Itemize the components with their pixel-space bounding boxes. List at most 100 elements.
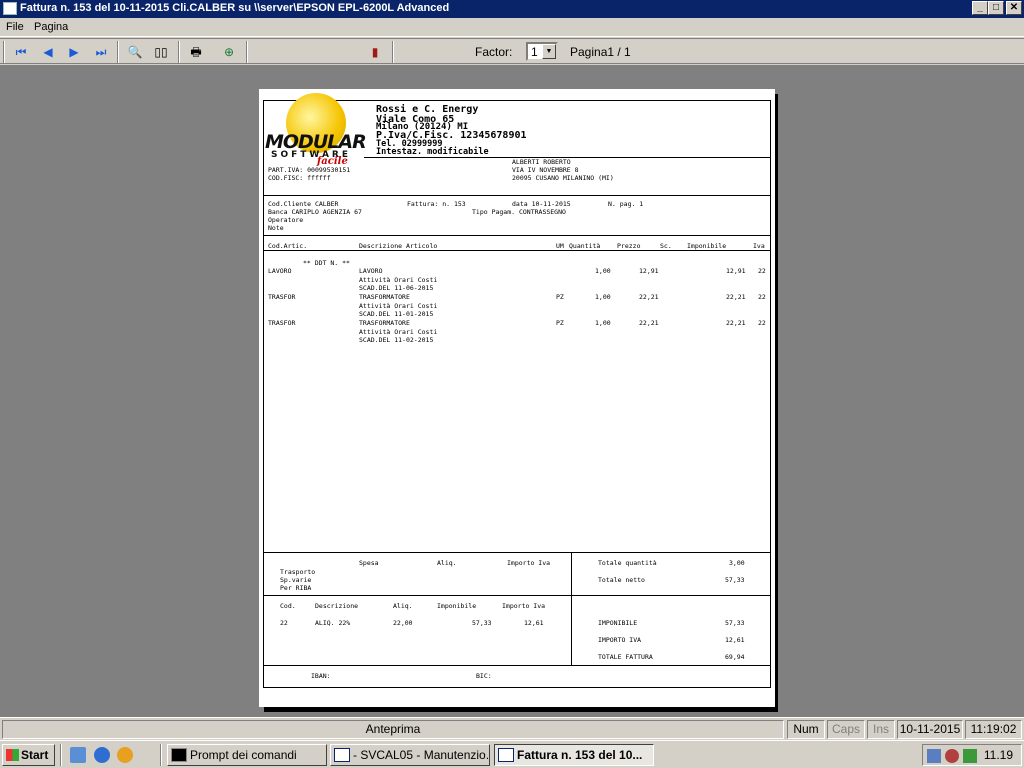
- update-icon[interactable]: [963, 749, 977, 763]
- media-player-icon[interactable]: [117, 747, 133, 763]
- toolbar: ⏮ ◀ ▶ ⏭ 🔍 ▯▯ 🖶 ⊕ ▮ Factor: 1 ▼ Pagina1 /…: [0, 38, 1024, 64]
- taskbar: Start Prompt dei comandi - SVCAL05 - Man…: [0, 740, 1024, 768]
- print-icon[interactable]: 🖶: [185, 42, 207, 62]
- row-prezzo: 12,91: [639, 267, 659, 275]
- footer-aliq-label: Aliq.: [437, 559, 457, 567]
- maximize-button[interactable]: □: [988, 1, 1004, 15]
- task-svcal05[interactable]: - SVCAL05 - Manutenzio...: [330, 744, 490, 766]
- col-descrizione: Descrizione Articolo: [359, 242, 438, 250]
- two-pages-icon[interactable]: ▯▯: [150, 42, 172, 62]
- info-fattura-number: Fattura: n. 153: [407, 200, 466, 208]
- factor-select[interactable]: 1 ▼: [526, 42, 558, 61]
- internet-explorer-icon[interactable]: [94, 747, 110, 763]
- company-logo: MODULAR SOFTWARE facile: [265, 93, 367, 169]
- row-qty: 1,00: [595, 293, 611, 301]
- taskbar-separator: [160, 744, 162, 766]
- divider: [571, 552, 572, 665]
- col-cod-artic: Cod.Artic.: [268, 242, 308, 250]
- system-tray: 11.19: [922, 744, 1022, 766]
- factor-label: Factor:: [475, 45, 513, 59]
- status-num: Num: [787, 720, 825, 739]
- toolbar-separator: [178, 41, 180, 63]
- totale-netto-value: 57,33: [725, 576, 745, 584]
- row-sub: Attività Orari Costi: [359, 276, 438, 284]
- info-data: data 10-11-2015: [512, 200, 571, 208]
- taskbar-clock[interactable]: 11.19: [984, 748, 1013, 762]
- divider: [263, 195, 771, 196]
- vat-col-importo: Importo Iva: [502, 602, 546, 610]
- exit-icon[interactable]: ▮: [364, 42, 386, 62]
- desktop-icon[interactable]: [70, 747, 86, 763]
- start-label: Start: [21, 748, 49, 762]
- task-fattura[interactable]: Fattura n. 153 del 10...: [494, 744, 654, 766]
- vat-col-descr: Descrizione: [315, 602, 359, 610]
- vat-col-cod: Cod.: [280, 602, 296, 610]
- row-scad: SCAD.DEL 11-06-2015: [359, 284, 434, 292]
- toolbar-grip: [3, 41, 5, 63]
- row-descr: TRASFORMATORE: [359, 319, 410, 327]
- toolbar-separator: [246, 41, 248, 63]
- row-imponibile: 12,91: [726, 267, 746, 275]
- window-icon: [498, 748, 514, 762]
- vat-row-cod: 22: [280, 619, 288, 627]
- row-imponibile: 22,21: [726, 319, 746, 327]
- status-time: 11:19:02: [965, 720, 1022, 739]
- status-bar: Anteprima Num Caps Ins 10-11-2015 11:19:…: [0, 717, 1024, 739]
- info-n-pag: N. pag. 1: [608, 200, 644, 208]
- customer-cod-fisc: COD.FISC: ffffff: [268, 174, 331, 182]
- minimize-button[interactable]: _: [972, 1, 988, 15]
- divider: [263, 250, 771, 251]
- imponibile-label: IMPONIBILE: [598, 619, 638, 627]
- security-icon[interactable]: [945, 749, 959, 763]
- divider: [263, 235, 771, 236]
- status-mode: Anteprima: [2, 720, 784, 739]
- menu-bar: File Pagina: [0, 18, 1024, 37]
- row-iva: 22: [758, 319, 766, 327]
- task-label: Prompt dei comandi: [190, 748, 297, 762]
- col-prezzo: Prezzo: [617, 242, 641, 250]
- row-qty: 1,00: [595, 267, 611, 275]
- window-title: Fattura n. 153 del 10-11-2015 Cli.CALBER…: [20, 2, 450, 14]
- row-descr: LAVORO: [359, 267, 383, 275]
- toolbar-separator: [392, 41, 394, 63]
- col-imponibile: Imponibile: [687, 242, 727, 250]
- prev-page-icon[interactable]: ◀: [37, 42, 59, 62]
- app-window-icon[interactable]: [3, 2, 17, 15]
- next-page-icon[interactable]: ▶: [63, 42, 85, 62]
- row-iva: 22: [758, 267, 766, 275]
- customer-name: ALBERTI ROBERTO: [512, 158, 571, 166]
- row-iva: 22: [758, 293, 766, 301]
- totale-quantita-value: 3,00: [729, 559, 745, 567]
- chevron-down-icon[interactable]: ▼: [542, 44, 556, 59]
- network-icon[interactable]: [927, 749, 941, 763]
- row-scad: SCAD.DEL 11-01-2015: [359, 310, 434, 318]
- first-page-icon[interactable]: ⏮: [10, 42, 32, 62]
- task-prompt[interactable]: Prompt dei comandi: [167, 744, 327, 766]
- invoice-frame: [263, 100, 771, 688]
- footer-spesa-label: Spesa: [359, 559, 379, 567]
- row-cod: TRASFOR: [268, 293, 296, 301]
- ddt-heading: ** DDT N. **: [303, 259, 350, 267]
- zoom-icon[interactable]: 🔍: [124, 42, 146, 62]
- row-scad: SCAD.DEL 11-02-2015: [359, 336, 434, 344]
- row-um: PZ: [556, 293, 564, 301]
- vat-col-aliq: Aliq.: [393, 602, 413, 610]
- row-prezzo: 22,21: [639, 293, 659, 301]
- info-note: Note: [268, 224, 284, 232]
- customer-street: VIA IV NOVEMBRE 8: [512, 166, 579, 174]
- footer-sp-varie: Sp.varie: [280, 576, 312, 584]
- export-icon[interactable]: ⊕: [218, 42, 240, 62]
- vat-row-importo: 12,61: [524, 619, 544, 627]
- start-button[interactable]: Start: [2, 744, 55, 766]
- preview-area[interactable]: MODULAR SOFTWARE facile Rossi e C. Energ…: [0, 65, 1024, 717]
- totale-fattura-value: 69,94: [725, 653, 745, 661]
- row-cod: LAVORO: [268, 267, 292, 275]
- row-sub: Attività Orari Costi: [359, 328, 438, 336]
- menu-pagina[interactable]: Pagina: [34, 21, 68, 33]
- close-button[interactable]: ✕: [1006, 1, 1022, 15]
- last-page-icon[interactable]: ⏭: [90, 42, 112, 62]
- customer-city: 20095 CUSANO MILANINO (MI): [512, 174, 614, 182]
- divider: [263, 595, 771, 596]
- menu-file[interactable]: File: [6, 21, 24, 33]
- taskbar-separator: [60, 744, 62, 766]
